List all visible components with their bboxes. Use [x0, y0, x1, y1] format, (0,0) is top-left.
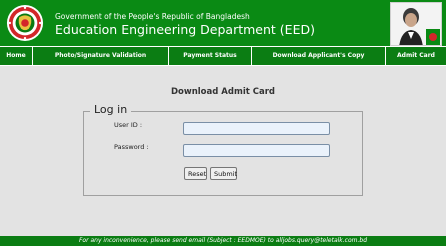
footer-contact-text: For any inconvenience, please send email…	[78, 237, 368, 244]
password-label: Password :	[114, 143, 149, 151]
nav-download-applicants-copy[interactable]: Download Applicant's Copy	[252, 47, 386, 65]
nav-payment-status[interactable]: Payment Status	[169, 47, 252, 65]
main-nav: Home Photo/Signature Validation Payment …	[0, 46, 446, 66]
user-id-input[interactable]	[183, 122, 330, 135]
site-footer: For any inconvenience, please send email…	[0, 236, 446, 246]
user-id-label: User ID :	[114, 121, 143, 129]
portrait-photo	[390, 2, 442, 46]
reset-button[interactable]: Reset	[184, 167, 207, 180]
submit-button[interactable]: Submit	[210, 167, 237, 180]
nav-photo-signature-validation[interactable]: Photo/Signature Validation	[33, 47, 169, 65]
department-title: Education Engineering Department (EED)	[55, 22, 315, 37]
login-legend: Log in	[90, 103, 132, 116]
portrait-illustration	[391, 3, 441, 45]
page-title: Download Admit Card	[170, 87, 276, 97]
nav-admit-card[interactable]: Admit Card	[386, 47, 446, 65]
bangladesh-government-seal-icon	[6, 4, 44, 42]
password-input[interactable]	[183, 144, 330, 157]
site-header: Government of the People's Republic of B…	[0, 0, 446, 46]
nav-home[interactable]: Home	[0, 47, 33, 65]
government-line: Government of the People's Republic of B…	[55, 12, 250, 21]
